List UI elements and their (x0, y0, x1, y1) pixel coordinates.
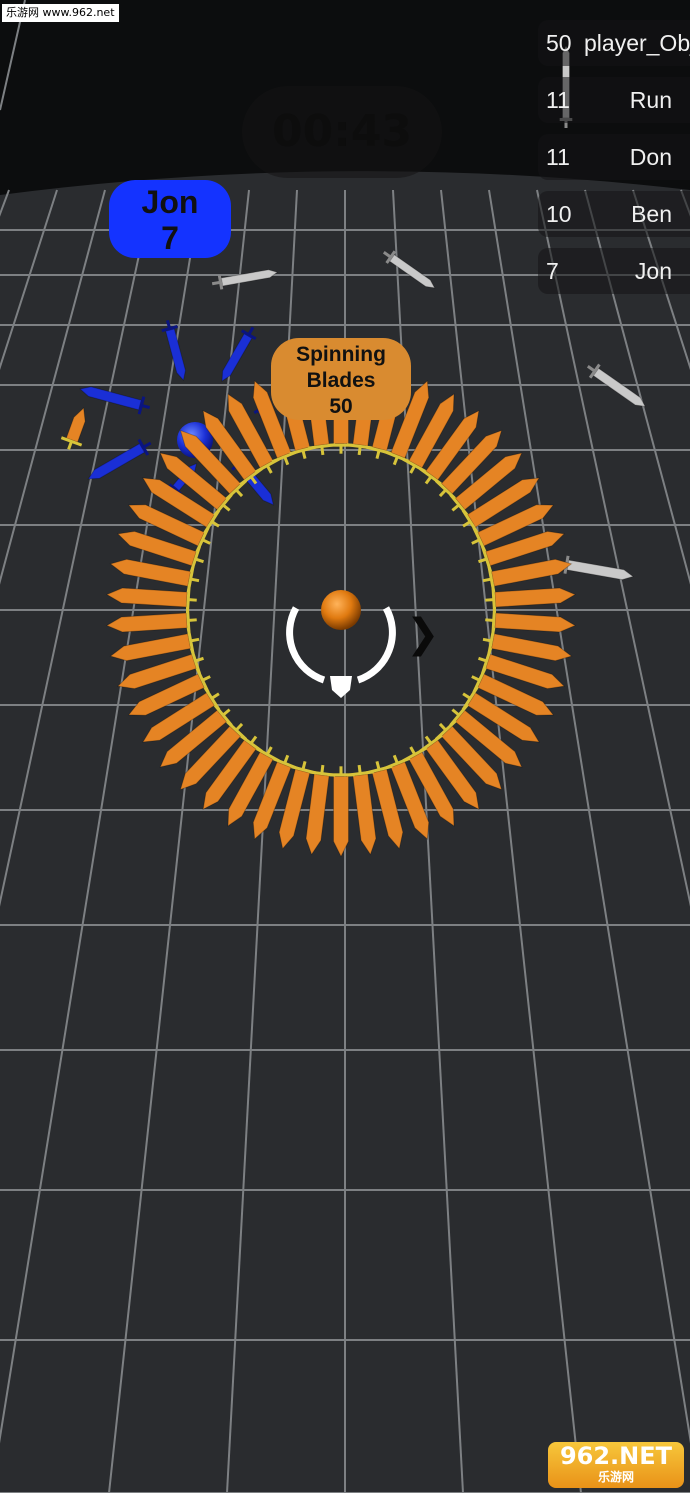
player-ball (321, 590, 361, 630)
leaderboard-name: Ben (631, 201, 672, 227)
leaderboard-score: 50 (546, 30, 572, 56)
logo-text: 962.NET (559, 1442, 673, 1470)
logo-subtext: 乐游网 (597, 1470, 634, 1484)
leaderboard-row: 11 Don (538, 134, 690, 180)
leaderboard-row: 50 player_Objec (538, 20, 690, 66)
leaderboard-name: Jon (634, 258, 672, 284)
player-score: 50 (329, 395, 353, 418)
leaderboard-score: 10 (546, 201, 572, 227)
leaderboard-row: 7 Jon (538, 248, 690, 294)
leaderboard-name: player_Objec (584, 30, 690, 56)
leaderboard-score: 11 (546, 144, 570, 170)
enemy-name: Jon (141, 184, 199, 220)
enemy-name-tag: Jon 7 (109, 180, 231, 258)
leaderboard-name: Don (629, 144, 672, 170)
leaderboard-score: 11 (546, 87, 570, 113)
leaderboard: 50 player_Objec 11 Run 11 Don 10 Ben 7 J… (538, 20, 690, 305)
round-timer: 00:43 (242, 86, 442, 178)
player-name-line1: Spinning (296, 343, 386, 366)
leaderboard-score: 7 (546, 258, 559, 284)
leaderboard-row: 11 Run (538, 77, 690, 123)
direction-arrow-icon: ❯ (406, 612, 440, 656)
leaderboard-name: Run (629, 87, 672, 113)
watermark: 乐游网 www.962.net (2, 4, 119, 22)
player-name-tag: Spinning Blades 50 (271, 338, 411, 420)
leaderboard-row: 10 Ben (538, 191, 690, 237)
player-name-line2: Blades (306, 369, 376, 392)
site-logo: 962.NET 乐游网 (548, 1442, 684, 1488)
enemy-score: 7 (161, 220, 179, 256)
